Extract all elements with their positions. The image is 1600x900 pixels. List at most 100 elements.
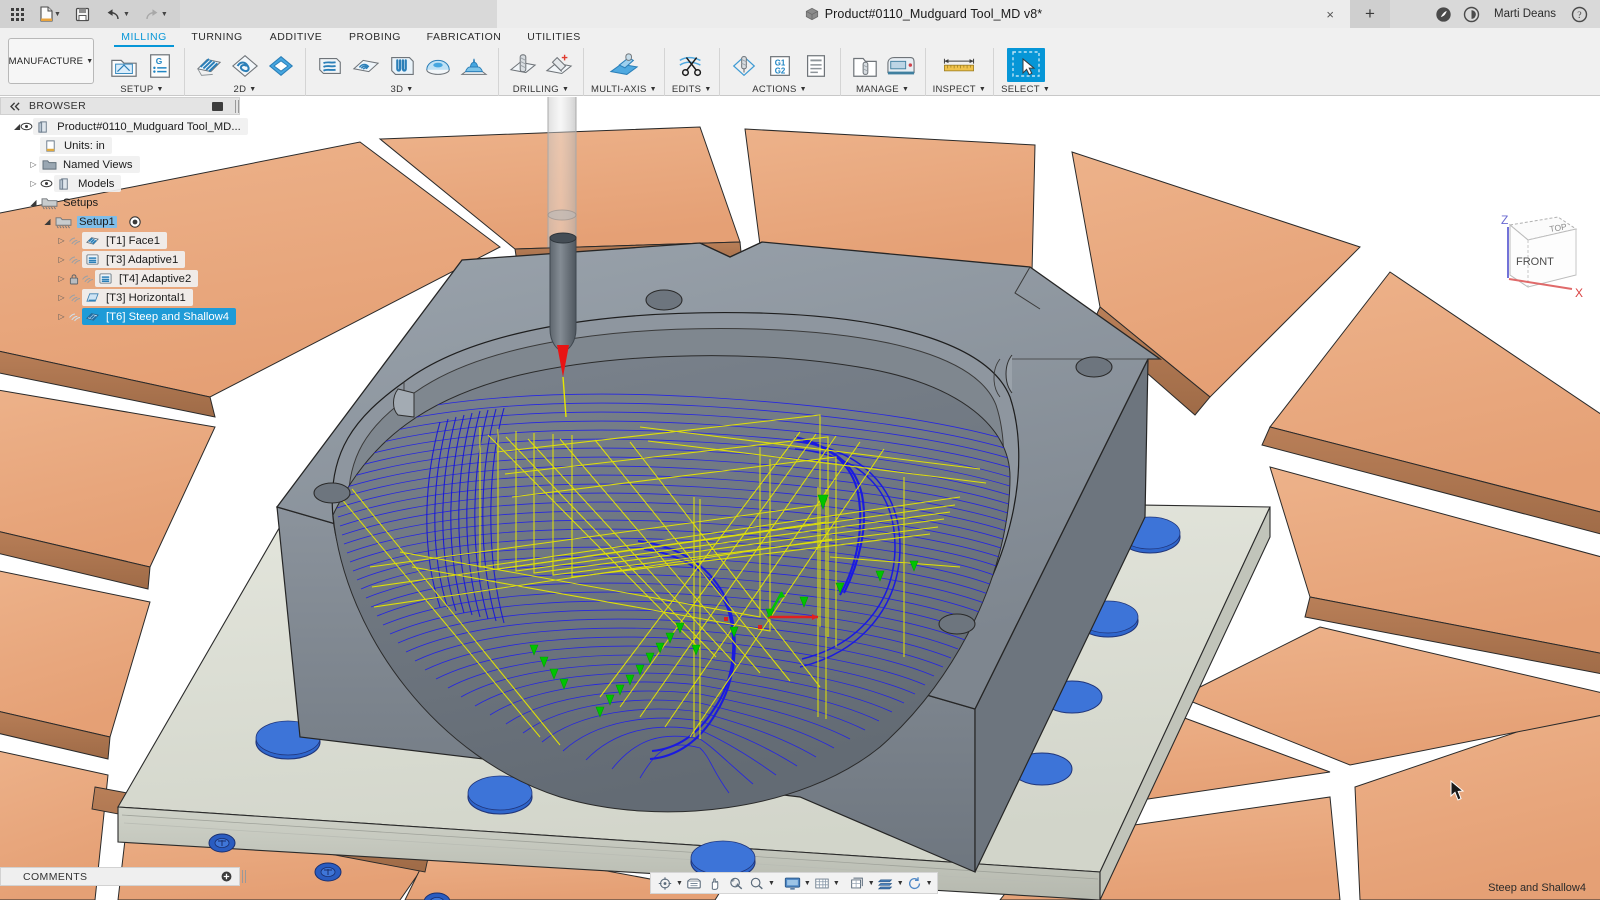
file-icon[interactable]: ▼ (37, 2, 63, 26)
visual-style-icon[interactable] (876, 874, 896, 893)
orbit-icon[interactable] (655, 874, 675, 893)
viewport-caret-icon[interactable]: ▼ (868, 880, 875, 887)
eye-hidden-icon[interactable] (67, 312, 82, 322)
file-caret-icon[interactable]: ▼ (54, 11, 61, 18)
tree-item-face1[interactable]: ▷ [T1] Face1 (0, 231, 246, 250)
eye-hidden-icon[interactable] (80, 274, 95, 284)
app-grid-icon[interactable] (6, 2, 28, 26)
grid-snap-icon[interactable] (812, 874, 832, 893)
chevron-right-icon[interactable]: ▷ (56, 312, 67, 321)
adaptive-3d-icon[interactable] (313, 50, 347, 82)
tree-item-document[interactable]: ◢ Product#0110_Mudguard Tool_MD... (0, 117, 246, 136)
tree-item-horizontal1[interactable]: ▷ [T3] Horizontal1 (0, 288, 246, 307)
zoom-icon[interactable] (747, 874, 767, 893)
swarf-icon[interactable] (607, 50, 641, 82)
close-icon[interactable]: × (1326, 7, 1334, 22)
tree-item-setups[interactable]: ◢ Setups (0, 193, 246, 212)
face-icon[interactable] (192, 50, 226, 82)
chevron-down-icon[interactable]: ▼ (902, 86, 909, 93)
chevron-down-icon[interactable]: ▼ (249, 86, 256, 93)
pocket-3d-icon[interactable] (349, 50, 383, 82)
eye-hidden-icon[interactable] (67, 255, 82, 265)
eye-hidden-icon[interactable] (67, 293, 82, 303)
chevron-right-icon[interactable]: ▷ (56, 236, 67, 245)
chevron-down-icon[interactable]: ▼ (156, 86, 163, 93)
save-icon[interactable] (72, 2, 94, 26)
username-label[interactable]: Marti Deans (1486, 8, 1564, 20)
tree-item-setup1[interactable]: ◢ Setup1 (0, 212, 246, 231)
plus-circle-icon[interactable] (221, 871, 232, 882)
active-setup-icon[interactable] (127, 216, 144, 228)
notifications-icon[interactable] (1458, 1, 1484, 27)
post-process-icon[interactable]: G (143, 50, 177, 82)
zoom-caret-icon[interactable]: ▼ (768, 880, 775, 887)
chevron-right-icon[interactable]: ▷ (28, 179, 39, 188)
workspace-switcher[interactable]: MANUFACTURE ▼ (8, 38, 94, 84)
probe-wcs-icon[interactable] (727, 50, 761, 82)
orbit-caret-icon[interactable]: ▼ (676, 880, 683, 887)
chevron-down-icon[interactable]: ▼ (979, 86, 986, 93)
viewport-layout-icon[interactable] (847, 874, 867, 893)
thread-icon[interactable] (542, 50, 576, 82)
measure-icon[interactable] (942, 50, 976, 82)
double-chevron-left-icon[interactable] (7, 102, 23, 111)
chevron-down-icon[interactable]: ▼ (650, 86, 657, 93)
comments-resize-grip[interactable] (242, 870, 246, 883)
chevron-right-icon[interactable]: ▷ (56, 293, 67, 302)
chevron-down-icon[interactable]: ▼ (562, 86, 569, 93)
help-icon[interactable]: ? (1566, 1, 1592, 27)
document-tab[interactable]: Product#0110_Mudguard Tool_MD v8* × (497, 0, 1350, 28)
zoom-window-icon[interactable] (726, 874, 746, 893)
chevron-right-icon[interactable]: ▷ (56, 255, 67, 264)
setup-sheet-icon[interactable] (799, 50, 833, 82)
pocket-clearing-2d-icon[interactable] (264, 50, 298, 82)
chevron-down-icon[interactable]: ▼ (704, 86, 711, 93)
chevron-down-icon[interactable]: ▼ (800, 86, 807, 93)
tab-milling[interactable]: MILLING (114, 28, 174, 47)
nc-program-icon[interactable]: G1 G2 (763, 50, 797, 82)
redo-caret-icon[interactable]: ▼ (161, 11, 168, 18)
chevron-right-icon[interactable]: ▷ (56, 274, 67, 283)
trim-toolpath-icon[interactable] (675, 50, 709, 82)
grid-snap-caret-icon[interactable]: ▼ (833, 880, 840, 887)
animation-icon[interactable] (905, 874, 925, 893)
tab-turning[interactable]: TURNING (186, 28, 248, 47)
redo-icon[interactable]: ▼ (141, 2, 170, 26)
tab-additive[interactable]: ADDITIVE (262, 28, 330, 47)
tree-item-adaptive2[interactable]: ▷ [T4] Adaptive2 (0, 269, 246, 288)
new-setup-icon[interactable] (107, 50, 141, 82)
tab-utilities[interactable]: UTILITIES (520, 28, 588, 47)
steep-and-shallow-icon[interactable] (385, 50, 419, 82)
look-at-icon[interactable] (684, 874, 704, 893)
tree-item-units[interactable]: Units: in (0, 136, 246, 155)
eye-icon[interactable] (39, 179, 54, 188)
browser-options-icon[interactable] (212, 102, 223, 111)
drill-icon[interactable] (506, 50, 540, 82)
eye-hidden-icon[interactable] (67, 236, 82, 246)
scallop-icon[interactable] (421, 50, 455, 82)
job-status-icon[interactable] (1430, 1, 1456, 27)
animation-caret-icon[interactable]: ▼ (926, 880, 933, 887)
chevron-down-icon[interactable]: ◢ (28, 198, 39, 207)
pan-icon[interactable] (705, 874, 725, 893)
chevron-down-icon[interactable]: ▼ (1043, 86, 1050, 93)
visual-style-caret-icon[interactable]: ▼ (897, 880, 904, 887)
display-settings-caret-icon[interactable]: ▼ (804, 880, 811, 887)
browser-resize-grip[interactable] (235, 100, 239, 113)
new-tab-button[interactable]: + (1350, 0, 1390, 28)
machine-library-icon[interactable] (884, 50, 918, 82)
chevron-down-icon[interactable]: ◢ (42, 217, 53, 226)
display-settings-icon[interactable] (782, 874, 803, 893)
eye-icon[interactable] (20, 122, 33, 131)
tree-item-steep-and-shallow4[interactable]: ▷ [T6] Steep and Shallow4 (0, 307, 246, 326)
adaptive-clearing-2d-icon[interactable] (228, 50, 262, 82)
tree-item-adaptive1[interactable]: ▷ [T3] Adaptive1 (0, 250, 246, 269)
undo-icon[interactable]: ▼ (103, 2, 132, 26)
contour-3d-icon[interactable] (457, 50, 491, 82)
tree-item-named-views[interactable]: ▷ Named Views (0, 155, 246, 174)
chevron-down-icon[interactable]: ▼ (406, 86, 413, 93)
select-cursor-icon[interactable] (1007, 48, 1045, 82)
tab-probing[interactable]: PROBING (341, 28, 409, 47)
tree-item-models[interactable]: ▷ Models (0, 174, 246, 193)
undo-caret-icon[interactable]: ▼ (123, 11, 130, 18)
